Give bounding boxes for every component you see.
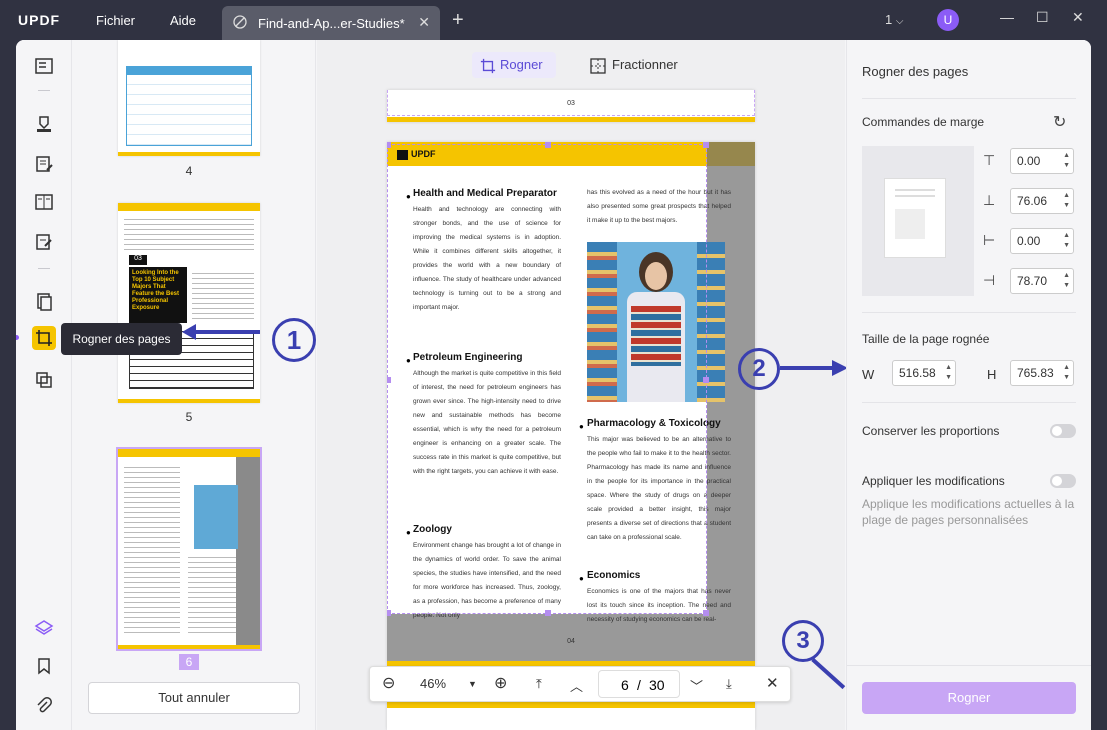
page-3-footer: 03 xyxy=(567,100,575,107)
width-label: W xyxy=(862,367,875,382)
page-4: UPDF Health and Medical Preparator Healt… xyxy=(387,142,755,666)
apply-changes-description: Applique les modifications actuelles à l… xyxy=(862,497,1075,527)
form-icon[interactable] xyxy=(32,190,56,214)
height-input[interactable]: 765.83 ▲ ▼ xyxy=(1010,360,1074,386)
compare-icon[interactable] xyxy=(32,368,56,392)
next-page-icon[interactable]: ﹀ xyxy=(690,676,703,695)
tab-title: Find-and-Ap...er-Studies* xyxy=(258,16,405,31)
annotation-arrow-1 xyxy=(188,330,260,334)
split-icon xyxy=(590,57,606,83)
minimize-icon[interactable]: — xyxy=(1000,9,1014,25)
cancel-all-button[interactable]: Tout annuler xyxy=(88,682,300,714)
thumbnail-panel: 4 03 Looking Into the Top 10 Subject Maj… xyxy=(73,40,316,730)
menu-fichier[interactable]: Fichier xyxy=(96,13,135,28)
reader-icon[interactable] xyxy=(32,54,56,78)
thumb-section-number: 03 xyxy=(129,255,147,265)
page-navigation-bar: ⊖ 46% ▼ ⊕ ⤒ ︿ 6 / 30 ﹀ ⤓ ✕ xyxy=(369,666,791,702)
thumbnail-label-4: 4 xyxy=(185,164,193,178)
zoom-out-icon[interactable]: ⊖ xyxy=(382,673,395,693)
layers-icon[interactable] xyxy=(32,616,56,640)
split-mode-tab[interactable]: Fractionner xyxy=(584,52,694,78)
keep-ratio-toggle[interactable] xyxy=(1050,424,1076,438)
crop-icon xyxy=(480,57,496,83)
apply-changes-toggle[interactable] xyxy=(1050,474,1076,488)
maximize-icon[interactable]: ☐ xyxy=(1036,9,1049,26)
organize-pages-icon[interactable] xyxy=(32,290,56,314)
zoom-in-icon[interactable]: ⊕ xyxy=(494,673,507,693)
thumb-photo xyxy=(194,485,238,549)
thumbnail-page-4[interactable] xyxy=(118,40,260,156)
title-bar: UPDF Fichier Aide Find-and-Ap...er-Studi… xyxy=(0,0,1107,40)
zoom-level[interactable]: 46% xyxy=(420,676,446,691)
thumb-heading: Looking Into the Top 10 Subject Majors T… xyxy=(129,267,187,323)
keep-ratio-label: Conserver les proportions xyxy=(862,424,1000,438)
menu-aide[interactable]: Aide xyxy=(170,13,196,28)
margin-bottom-icon: ⊥ xyxy=(983,192,996,208)
margin-top-icon: ⊤ xyxy=(983,152,996,168)
thumbnail-page-6[interactable] xyxy=(116,447,262,651)
edit-text-icon[interactable] xyxy=(32,152,56,176)
margin-top-input[interactable]: 0.00 ▲ ▼ xyxy=(1010,148,1074,174)
bookmark-icon[interactable] xyxy=(32,654,56,678)
new-tab-icon[interactable]: + xyxy=(452,9,464,32)
apply-changes-label: Appliquer les modifications xyxy=(862,474,1005,488)
margin-right-icon: ⊣ xyxy=(983,272,996,288)
crop-button[interactable]: Rogner xyxy=(862,682,1076,714)
margin-controls-label: Commandes de marge xyxy=(862,115,985,129)
thumbnail-page-5[interactable]: 03 Looking Into the Top 10 Subject Major… xyxy=(118,203,260,403)
annotation-3: 3 xyxy=(782,620,824,662)
first-page-icon[interactable]: ⤒ xyxy=(536,676,542,692)
window-count[interactable]: 1 ⌵ xyxy=(885,12,903,27)
reset-icon[interactable]: ↻ xyxy=(1053,112,1066,132)
page-4-footer: 04 xyxy=(567,638,575,645)
thumbnail-label-5: 5 xyxy=(185,410,193,424)
last-page-icon[interactable]: ⤓ xyxy=(726,676,732,692)
active-indicator xyxy=(16,335,19,340)
edit-icon xyxy=(232,14,248,33)
margin-preview xyxy=(862,146,974,296)
crop-box[interactable] xyxy=(387,142,709,616)
close-toolbar-icon[interactable]: ✕ xyxy=(766,674,779,692)
width-input[interactable]: 516.58 ▲ ▼ xyxy=(892,360,956,386)
annotation-2: 2 xyxy=(738,348,780,390)
crop-pages-icon[interactable] xyxy=(32,326,56,350)
annotation-1: 1 xyxy=(272,318,316,362)
margin-left-icon: ⊢ xyxy=(983,232,996,248)
highlighter-icon[interactable] xyxy=(32,112,56,136)
sign-icon[interactable] xyxy=(32,230,56,254)
page-input[interactable]: 6 / 30 xyxy=(598,670,680,698)
height-label: H xyxy=(987,367,997,382)
margin-left-input[interactable]: 0.00 ▲ ▼ xyxy=(1010,228,1074,254)
avatar[interactable]: U xyxy=(937,9,959,31)
document-tab[interactable]: Find-and-Ap...er-Studies* ✕ xyxy=(222,6,440,40)
crop-settings-panel: Rogner des pages Commandes de marge ↻ ⊤ … xyxy=(846,40,1091,730)
main-window: 4 03 Looking Into the Top 10 Subject Maj… xyxy=(16,40,1091,730)
previous-page-icon[interactable]: ︿ xyxy=(570,676,583,695)
annotation-arrow-2 xyxy=(780,366,836,370)
close-tab-icon[interactable]: ✕ xyxy=(418,14,430,31)
zoom-dropdown-icon[interactable]: ▼ xyxy=(468,679,477,689)
crop-mode-tab[interactable]: Rogner xyxy=(472,52,556,78)
margin-right-input[interactable]: 78.70 ▲ ▼ xyxy=(1010,268,1074,294)
page-3: 03 xyxy=(387,90,755,122)
crop-tooltip: Rogner des pages xyxy=(61,323,182,355)
page-5 xyxy=(387,702,755,730)
close-window-icon[interactable]: ✕ xyxy=(1072,9,1084,26)
thumb-table xyxy=(126,66,252,146)
panel-title: Rogner des pages xyxy=(862,64,969,79)
left-toolbar xyxy=(16,40,72,730)
margin-bottom-input[interactable]: 76.06 ▲ ▼ xyxy=(1010,188,1074,214)
thumbnail-label-6: 6 xyxy=(179,654,199,670)
updf-logo: UPDF xyxy=(18,12,61,28)
attachment-icon[interactable] xyxy=(32,694,56,718)
cropped-size-label: Taille de la page rognée xyxy=(862,332,990,346)
